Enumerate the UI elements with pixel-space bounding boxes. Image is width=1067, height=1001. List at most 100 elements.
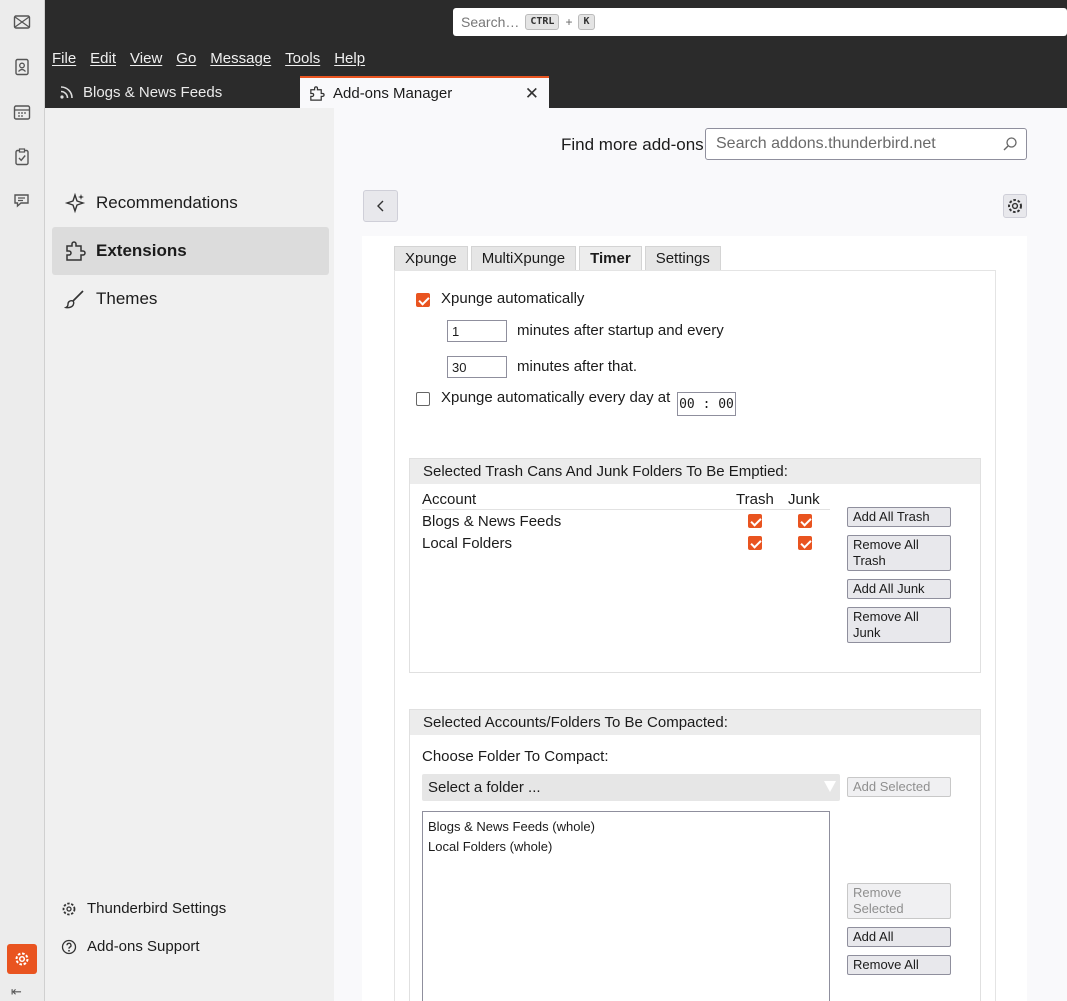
sparkle-icon xyxy=(64,192,86,214)
tab-label: Blogs & News Feeds xyxy=(83,83,223,101)
gear-icon xyxy=(1008,199,1022,213)
compact-group: Selected Accounts/Folders To Be Compacte… xyxy=(409,709,981,1001)
puzzle-icon xyxy=(310,85,325,101)
address-book-icon[interactable] xyxy=(11,56,33,78)
add-selected-button[interactable]: Add Selected xyxy=(847,777,951,797)
chevron-left-icon xyxy=(376,200,383,212)
menu-file[interactable]: File xyxy=(52,50,76,67)
choose-folder-label: Choose Folder To Compact: xyxy=(422,748,609,765)
k-key: K xyxy=(578,14,595,30)
junk-checkbox-feeds[interactable] xyxy=(798,514,812,528)
col-account-header: Account xyxy=(422,491,477,508)
chat-icon[interactable] xyxy=(11,190,33,212)
gear-icon xyxy=(62,902,76,915)
startup-minutes-input[interactable]: 1 xyxy=(447,320,507,342)
find-more-label: Find more add-ons xyxy=(561,135,704,154)
menu-help[interactable]: Help xyxy=(334,50,365,67)
startup-minutes-label: minutes after startup and every xyxy=(517,322,724,339)
collapse-spaces-icon[interactable]: ⇤ xyxy=(11,984,31,1000)
addons-support-link[interactable]: Add-ons Support xyxy=(61,938,200,955)
help-icon xyxy=(61,939,77,954)
puzzle-icon xyxy=(66,241,86,261)
xpunge-auto-label: Xpunge automatically xyxy=(441,290,585,307)
ctrl-key: CTRL xyxy=(525,14,560,30)
junk-checkbox-local[interactable] xyxy=(798,536,812,550)
category-extensions[interactable]: Extensions xyxy=(52,227,329,275)
daily-xpunge-checkbox[interactable] xyxy=(416,392,430,406)
xpunge-auto-checkbox[interactable] xyxy=(416,293,430,307)
tab-xpunge[interactable]: Xpunge xyxy=(394,246,468,270)
global-search-input[interactable]: Search… CTRL + K xyxy=(453,8,1067,36)
remove-all-junk-button[interactable]: Remove All Junk xyxy=(847,607,951,643)
remove-all-button[interactable]: Remove All xyxy=(847,955,951,975)
add-all-trash-button[interactable]: Add All Trash xyxy=(847,507,951,527)
trash-checkbox-local[interactable] xyxy=(748,536,762,550)
search-placeholder: Search… xyxy=(461,14,520,30)
table-divider xyxy=(422,509,830,510)
addons-categories-sidebar: Recommendations Extensions Themes Thunde… xyxy=(45,108,334,1001)
close-tab-icon[interactable]: ✕ xyxy=(525,84,539,104)
addons-search-placeholder: Search addons.thunderbird.net xyxy=(716,135,936,152)
interval-minutes-input[interactable]: 30 xyxy=(447,356,507,378)
folder-select[interactable]: Select a folder ... xyxy=(422,774,840,801)
key-plus: + xyxy=(565,15,573,29)
search-icon xyxy=(1003,137,1017,151)
tab-blogs-news-feeds[interactable]: Blogs & News Feeds xyxy=(53,76,293,108)
col-junk-header: Junk xyxy=(788,491,820,508)
title-bar: Search… CTRL + K xyxy=(45,0,1067,44)
account-row-local: Local Folders xyxy=(422,535,513,552)
dropdown-arrow-icon xyxy=(824,781,836,792)
addon-details-main: Find more add-ons Search addons.thunderb… xyxy=(334,108,1067,1001)
page-options-button[interactable] xyxy=(1003,194,1027,218)
settings-space-button[interactable] xyxy=(7,944,37,974)
thunderbird-settings-link[interactable]: Thunderbird Settings xyxy=(61,900,226,917)
folder-select-value: Select a folder ... xyxy=(428,779,541,796)
spaces-toolbar: ⇤ xyxy=(0,0,45,1001)
daily-xpunge-label: Xpunge automatically every day at xyxy=(441,389,671,406)
menu-go[interactable]: Go xyxy=(176,50,196,67)
list-item[interactable]: Blogs & News Feeds (whole) xyxy=(428,817,824,837)
tab-label: Add-ons Manager xyxy=(333,84,453,102)
list-item[interactable]: Local Folders (whole) xyxy=(428,837,824,857)
remove-all-trash-button[interactable]: Remove All Trash xyxy=(847,535,951,571)
menu-view[interactable]: View xyxy=(130,50,162,67)
addons-search-input[interactable]: Search addons.thunderbird.net xyxy=(705,128,1027,160)
category-themes[interactable]: Themes xyxy=(52,275,329,323)
category-label: Extensions xyxy=(96,241,187,260)
footer-settings-label: Thunderbird Settings xyxy=(87,900,227,917)
interval-minutes-label: minutes after that. xyxy=(517,358,638,375)
trash-junk-group: Selected Trash Cans And Junk Folders To … xyxy=(409,458,981,673)
rss-icon xyxy=(60,86,73,99)
back-button[interactable] xyxy=(363,190,398,222)
trash-junk-group-title: Selected Trash Cans And Junk Folders To … xyxy=(410,459,980,484)
calendar-icon[interactable] xyxy=(11,101,33,123)
compact-group-title: Selected Accounts/Folders To Be Compacte… xyxy=(410,710,980,735)
tab-addons-manager[interactable]: Add-ons Manager ✕ xyxy=(300,76,549,108)
tasks-icon[interactable] xyxy=(11,146,33,168)
daily-time-input[interactable]: 00 : 00 xyxy=(677,392,736,416)
options-tabs: Xpunge MultiXpunge Timer Settings xyxy=(394,246,721,270)
account-row-feeds: Blogs & News Feeds xyxy=(422,513,562,530)
add-all-junk-button[interactable]: Add All Junk xyxy=(847,579,951,599)
brush-icon xyxy=(64,290,84,309)
tab-bar: Blogs & News Feeds Add-ons Manager ✕ xyxy=(45,72,1067,108)
menu-tools[interactable]: Tools xyxy=(285,50,320,67)
trash-checkbox-feeds[interactable] xyxy=(748,514,762,528)
menu-edit[interactable]: Edit xyxy=(90,50,116,67)
category-recommendations[interactable]: Recommendations xyxy=(52,179,329,227)
tab-timer[interactable]: Timer xyxy=(579,246,642,270)
menu-message[interactable]: Message xyxy=(210,50,271,67)
tab-multixpunge[interactable]: MultiXpunge xyxy=(470,246,577,270)
category-label: Recommendations xyxy=(96,193,238,212)
add-all-button[interactable]: Add All xyxy=(847,927,951,947)
extension-options-panel: Xpunge MultiXpunge Timer Settings Xpunge… xyxy=(362,236,1027,1001)
menu-bar: File Edit View Go Message Tools Help xyxy=(45,44,1067,72)
mail-icon[interactable] xyxy=(11,11,33,33)
compact-folder-list[interactable]: Blogs & News Feeds (whole) Local Folders… xyxy=(422,811,830,1001)
footer-support-label: Add-ons Support xyxy=(87,938,200,955)
category-label: Themes xyxy=(96,289,158,308)
tab-settings[interactable]: Settings xyxy=(644,246,721,270)
gear-icon xyxy=(15,952,29,966)
col-trash-header: Trash xyxy=(736,491,774,508)
remove-selected-button[interactable]: Remove Selected xyxy=(847,883,951,919)
